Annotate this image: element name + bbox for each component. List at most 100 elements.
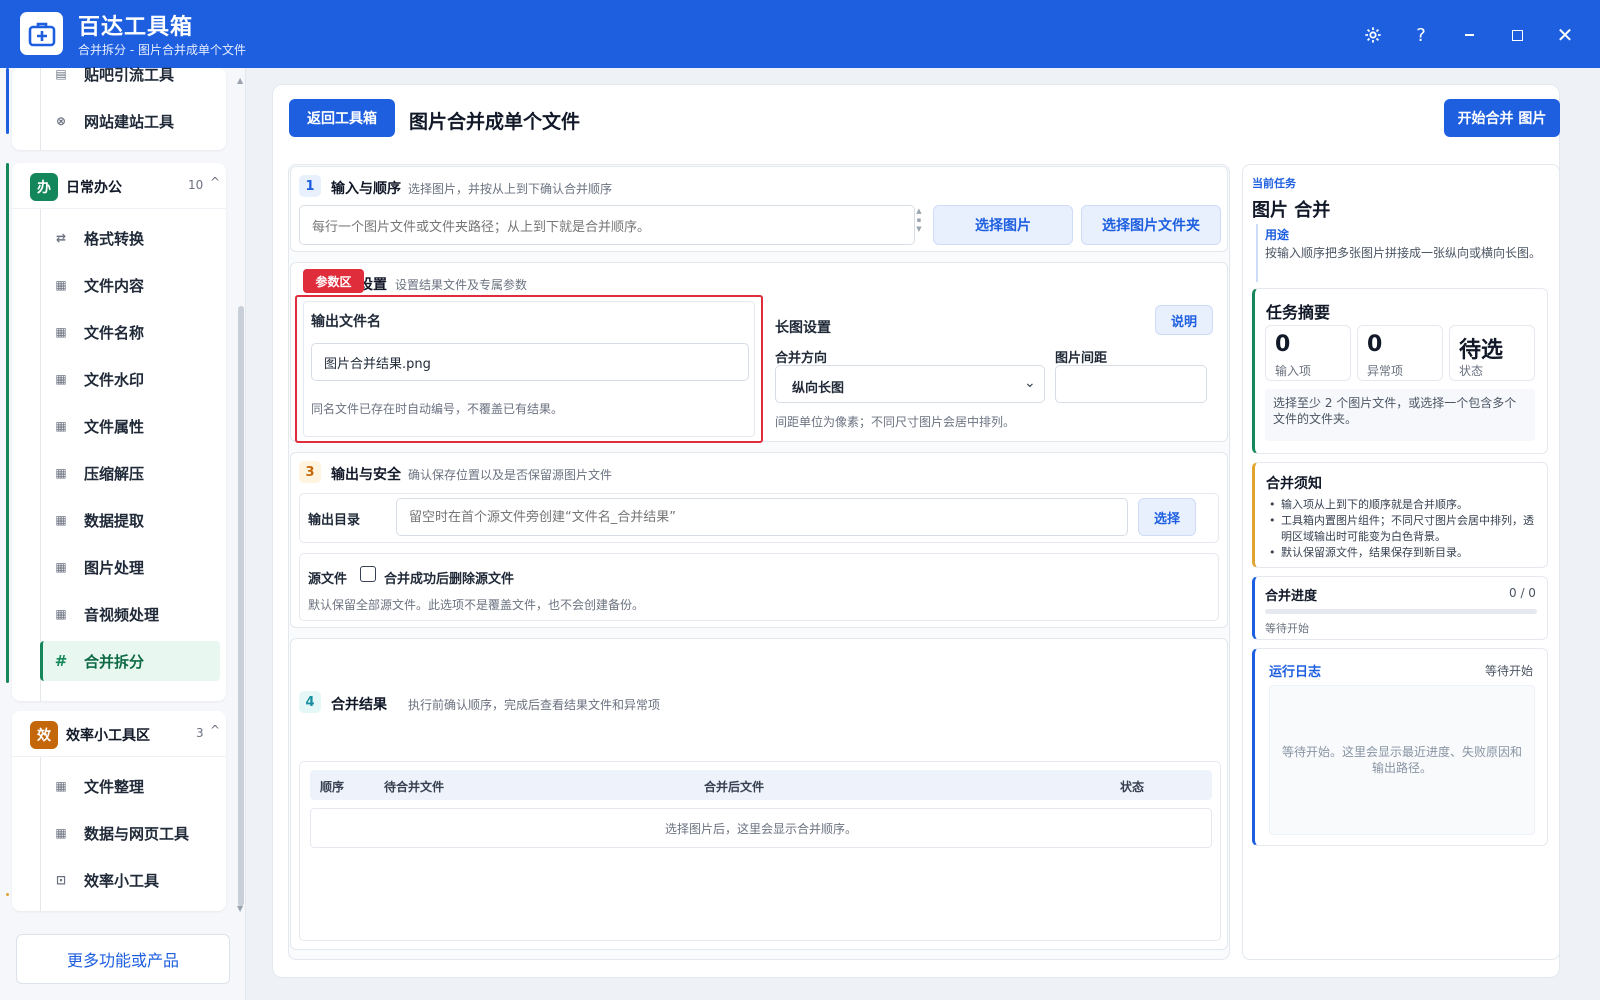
group-badge: 效 — [30, 721, 58, 749]
sidebar-item-label: 音视频处理 — [84, 605, 160, 624]
section-title: 输入与顺序 — [331, 181, 401, 197]
purpose-label: 用途 — [1265, 228, 1290, 242]
stat-value: 0 — [1275, 332, 1291, 357]
sidebar-item-organize[interactable]: ▦ 文件整理 — [40, 766, 230, 806]
merge-progress-card: 合并进度 0 / 0 等待开始 — [1252, 576, 1548, 640]
sidebar-scrollbar-thumb[interactable] — [238, 306, 244, 906]
sidebar-item-media[interactable]: ▦ 音视频处理 — [40, 594, 230, 634]
help-question-icon[interactable]: ? — [1406, 20, 1436, 50]
sidebar-item-tieba[interactable]: ▤ 贴吧引流工具 — [40, 54, 230, 94]
scroll-down-arrow-icon[interactable]: ▼ — [237, 904, 243, 918]
result-table: 顺序 待合并文件 合并后文件 状态 选择图片后，这里会显示合并顺序。 — [299, 761, 1221, 941]
sidebar-item-watermark[interactable]: ▦ 文件水印 — [40, 359, 230, 399]
choose-dir-button[interactable]: 选择 — [1138, 498, 1196, 536]
sidebar-item-extract[interactable]: ▦ 数据提取 — [40, 500, 230, 540]
minimize-icon[interactable] — [1454, 20, 1484, 50]
spacing-label: 图片间距 — [1055, 351, 1108, 366]
sidebar-item-efficiency[interactable]: ⊡ 效率小工具 — [40, 860, 230, 900]
delete-source-label[interactable]: 合并成功后删除源文件 — [384, 568, 514, 587]
section-description: 执行前确认顺序，完成后查看结果文件和异常项 — [408, 698, 661, 712]
help-button[interactable]: 说明 — [1155, 305, 1213, 335]
output-dir-row: 输出目录 选择 — [299, 493, 1219, 543]
output-name-input[interactable] — [311, 343, 749, 381]
group-header[interactable]: 办 日常办公 10 ^ — [12, 163, 226, 209]
direction-select[interactable]: 纵向长图 ⌄ — [775, 365, 1045, 403]
section-description: 确认保存位置以及是否保留源图片文件 — [408, 468, 613, 482]
section-merge-result: 4 合并结果 执行前确认顺序，完成后查看结果文件和异常项 顺序 待合并文件 合并… — [290, 638, 1228, 950]
list-item: • 默认保留源文件，结果保存到新目录。 — [1269, 546, 1468, 559]
section-settings: 设置 设置结果文件及专属参数 输出文件名 同名文件已存在时自动编号，不覆盖已有结… — [290, 262, 1228, 443]
section-description: 设置结果文件及专属参数 — [395, 278, 528, 292]
sidebar-item-content[interactable]: ▦ 文件内容 — [40, 265, 230, 305]
group-title: 效率小工具区 — [66, 728, 150, 744]
textarea-scroll-icon[interactable]: ▲ ▪ ▼ — [915, 207, 923, 243]
sidebar-item-label: 效率小工具 — [84, 871, 160, 890]
delete-source-checkbox[interactable] — [360, 566, 376, 582]
output-dir-input[interactable] — [396, 498, 1128, 536]
hash-icon: # — [54, 652, 68, 670]
section-input-order: 1 输入与顺序 选择图片，并按从上到下确认合并顺序 ▲▪▼ 选择图片 选择图片文… — [290, 166, 1228, 252]
source-note: 默认保留全部源文件。此选项不是覆盖文件，也不会创建备份。 — [308, 598, 645, 612]
column-header: 顺序 — [320, 780, 345, 794]
grid-icon: ▦ — [55, 513, 67, 527]
start-merge-button[interactable]: 开始合并 图片 — [1444, 99, 1560, 137]
stat-label: 输入项 — [1275, 364, 1312, 378]
table-empty-row: 选择图片后，这里会显示合并顺序。 — [310, 808, 1212, 848]
sidebar-item-label: 文件名称 — [84, 323, 145, 342]
sidebar-item-label: 数据与网页工具 — [84, 824, 190, 843]
app-title: 百达工具箱 — [78, 15, 194, 40]
long-image-settings: 长图设置 说明 合并方向 图片间距 纵向长图 ⌄ 间距单位为像素；不同尺寸图片会… — [763, 299, 1221, 437]
scroll-up-arrow-icon[interactable]: ▲ — [237, 76, 243, 90]
task-title: 图片 合并 — [1252, 200, 1331, 221]
grid-icon: ▦ — [55, 325, 67, 339]
sidebar-item-image[interactable]: ▦ 图片处理 — [40, 547, 230, 587]
step-number: 1 — [299, 175, 321, 197]
chevron-up-icon[interactable]: ^ — [210, 175, 220, 189]
output-dir-label: 输出目录 — [308, 513, 361, 528]
task-label: 当前任务 — [1252, 177, 1296, 190]
group-count: 10 — [188, 178, 204, 192]
close-icon[interactable]: ✕ — [1550, 20, 1580, 50]
sidebar-item-format[interactable]: ⇄ 格式转换 — [40, 218, 230, 258]
more-products-button[interactable]: 更多功能或产品 — [16, 934, 230, 984]
sidebar-item-label: 压缩解压 — [84, 464, 145, 483]
list-item: • 输入项从上到下的顺序就是合并顺序。 — [1269, 498, 1468, 511]
settings-gear-icon[interactable] — [1358, 20, 1388, 50]
select-images-button[interactable]: 选择图片 — [933, 205, 1073, 245]
purpose-text: 按输入顺序把多张图片拼接成一张纵向或横向长图。 — [1265, 246, 1542, 260]
sidebar-item-compress[interactable]: ▦ 压缩解压 — [40, 453, 230, 493]
long-image-label: 长图设置 — [775, 320, 831, 336]
maximize-icon[interactable] — [1502, 20, 1532, 50]
sidebar-item-properties[interactable]: ▦ 文件属性 — [40, 406, 230, 446]
input-paths-textarea[interactable] — [299, 205, 915, 245]
grid-icon: ▦ — [55, 779, 67, 793]
chevron-up-icon[interactable]: ^ — [210, 723, 220, 737]
stat-inputs: 0 输入项 — [1265, 325, 1351, 381]
run-log-card: 运行日志 等待开始 等待开始。这里会显示最近进度、失败原因和输出路径。 — [1252, 648, 1548, 846]
sidebar-item-data-web[interactable]: ▦ 数据与网页工具 — [40, 813, 230, 853]
toolbox-logo-icon — [20, 12, 63, 55]
log-title: 运行日志 — [1269, 665, 1322, 680]
step-number: 3 — [299, 461, 321, 483]
spacing-input[interactable] — [1055, 365, 1207, 403]
group-title: 日常办公 — [66, 180, 122, 196]
section-title: 合并结果 — [331, 697, 387, 713]
grid-icon: ▦ — [55, 419, 67, 433]
sidebar-item-merge-split[interactable]: # 合并拆分 — [40, 641, 220, 681]
toolbox-icon: ⊡ — [55, 873, 67, 887]
log-output[interactable]: 等待开始。这里会显示最近进度、失败原因和输出路径。 — [1269, 685, 1535, 835]
progress-bar — [1265, 609, 1537, 614]
grid-icon: ▦ — [55, 372, 67, 386]
select-folder-button[interactable]: 选择图片文件夹 — [1081, 205, 1221, 245]
task-summary-card: 任务摘要 0 输入项 0 异常项 待选 状态 选择至少 2 个图片文件，或选择一… — [1252, 288, 1548, 454]
page-title: 图片合并成单个文件 — [409, 111, 581, 133]
sidebar-item-filename[interactable]: ▦ 文件名称 — [40, 312, 230, 352]
sidebar-item-label: 文件内容 — [84, 276, 145, 295]
progress-title: 合并进度 — [1265, 589, 1318, 604]
group-header[interactable]: 效 效率小工具区 3 ^ — [12, 711, 226, 757]
sidebar-item-website[interactable]: ⊗ 网站建站工具 — [40, 101, 230, 141]
direction-label: 合并方向 — [775, 351, 828, 366]
output-name-label: 输出文件名 — [311, 314, 381, 330]
stat-status: 待选 状态 — [1449, 325, 1535, 381]
back-to-toolbox-button[interactable]: 返回工具箱 — [289, 99, 395, 137]
